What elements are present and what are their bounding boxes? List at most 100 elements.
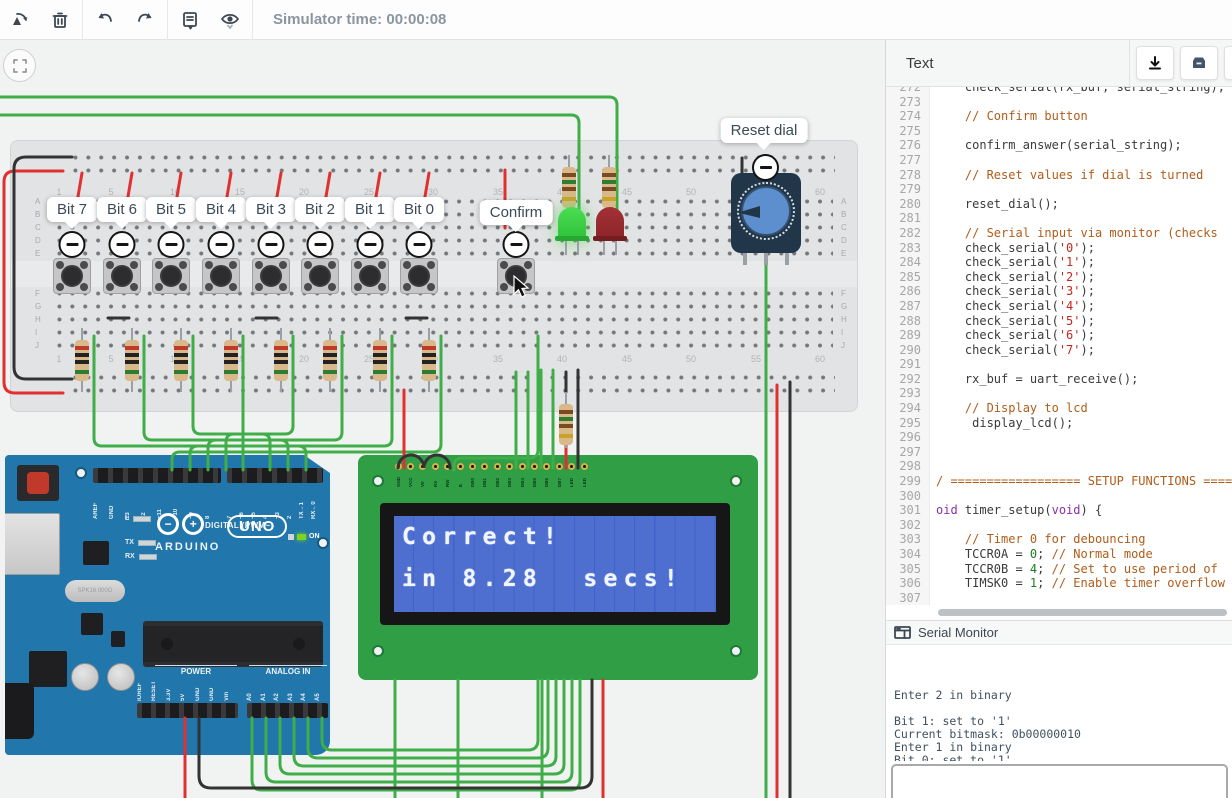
lcd-pin[interactable]: DB1 (479, 463, 491, 487)
lcd-pin-row[interactable]: GNDVCCV0RSRWEDB0DB1DB2DB3DB4DB5DB6DB7LED… (392, 463, 592, 487)
serial-monitor-input[interactable] (891, 764, 1228, 798)
pushbutton-cap[interactable] (260, 265, 282, 287)
pin-label: 3.3V (166, 677, 180, 701)
download-code-button[interactable] (1136, 46, 1174, 80)
libraries-button[interactable] (1180, 46, 1218, 80)
pushbutton-cap[interactable] (210, 265, 232, 287)
redo-button[interactable] (125, 0, 165, 40)
pushbutton-cap[interactable] (309, 265, 331, 287)
pushbutton-cap[interactable] (111, 265, 133, 287)
digital-header-left[interactable] (93, 468, 221, 483)
resistor[interactable] (125, 328, 139, 392)
pushbutton[interactable] (351, 258, 389, 294)
code-editor[interactable]: 272 check_serial(rx_buf, serial_string);… (886, 87, 1232, 620)
potentiometer[interactable] (731, 173, 801, 253)
circuit-canvas[interactable]: 151015202530354045505560 ABCDE ABCDE FGH… (0, 40, 885, 798)
lcd-pin[interactable]: DB3 (504, 463, 516, 487)
pushbutton-press-indicator[interactable] (258, 231, 285, 258)
lcd-display-16x2[interactable]: GNDVCCV0RSRWEDB0DB1DB2DB3DB4DB5DB6DB7LED… (358, 455, 758, 680)
zoom-to-fit-button[interactable] (3, 49, 36, 82)
lcd-pin[interactable]: RW (442, 463, 454, 487)
rotate-button[interactable] (0, 0, 40, 40)
pin-label: AREF (93, 485, 109, 519)
pushbutton-press-indicator[interactable] (357, 231, 384, 258)
lcd-pin[interactable]: DB6 (541, 463, 553, 487)
arduino-reset-button[interactable] (17, 465, 59, 501)
resistor[interactable] (174, 328, 188, 392)
notes-button[interactable] (170, 0, 210, 40)
column-number: 50 (681, 354, 701, 364)
component-tooltip: Bit 4 (196, 197, 246, 222)
pin-label: 5V (180, 677, 194, 701)
row-letter: E (35, 249, 40, 258)
lcd-pin[interactable]: VCC (404, 463, 416, 487)
digital-header-right[interactable] (227, 468, 323, 483)
pushbutton[interactable] (301, 258, 339, 294)
pin-label: 8 (205, 485, 221, 519)
more-button[interactable] (1224, 46, 1232, 80)
toolbar: Simulator time: 00:00:08 (0, 0, 1232, 40)
resistor[interactable] (323, 328, 337, 392)
pushbutton-press-indicator[interactable] (406, 231, 433, 258)
lcd-pin[interactable]: DB2 (491, 463, 503, 487)
mount-hole (75, 467, 87, 479)
pushbutton[interactable] (252, 258, 290, 294)
resistor[interactable] (559, 392, 573, 448)
resistor[interactable] (373, 328, 387, 392)
pushbutton[interactable] (53, 258, 91, 294)
pushbutton-press-indicator[interactable] (109, 231, 136, 258)
analog-pin-labels: A0A1A2A3A4A5 (247, 677, 328, 701)
lcd-pin[interactable]: GND (392, 463, 404, 487)
serial-monitor-output: Enter 2 in binary Bit 1: set to '1'Curre… (886, 645, 1232, 761)
component-visibility-button[interactable] (210, 0, 250, 40)
pushbutton-press-indicator[interactable] (208, 231, 235, 258)
pushbutton[interactable] (400, 258, 438, 294)
lcd-pin[interactable]: DB5 (528, 463, 540, 487)
redo-icon (134, 9, 156, 31)
lcd-pin[interactable]: LED (578, 463, 590, 487)
pushbutton-press-indicator[interactable] (59, 231, 86, 258)
pushbutton-cap[interactable] (160, 265, 182, 287)
pin-label: A4 (301, 677, 315, 701)
serial-line: Enter 2 in binary (894, 689, 1224, 702)
power-jack (0, 683, 34, 739)
resistor[interactable] (274, 328, 288, 392)
pushbutton-press-indicator[interactable] (307, 231, 334, 258)
power-header[interactable] (137, 703, 238, 718)
pushbutton-cap[interactable] (61, 265, 83, 287)
row-letter: G (841, 302, 847, 311)
delete-button[interactable] (40, 0, 80, 40)
pin-label: 2 (287, 485, 299, 519)
red-led[interactable] (596, 207, 624, 241)
pushbutton-cap[interactable] (359, 265, 381, 287)
pushbutton-cap[interactable] (408, 265, 430, 287)
lcd-pin[interactable]: LED (565, 463, 577, 487)
pushbutton[interactable] (202, 258, 240, 294)
lcd-pin-label: DB3 (507, 471, 512, 487)
lcd-pin[interactable]: RS (429, 463, 441, 487)
serial-monitor-header[interactable]: Serial Monitor (886, 620, 1232, 645)
pushbutton[interactable] (152, 258, 190, 294)
pin-label: GND (209, 677, 223, 701)
lcd-pin[interactable]: E (454, 463, 466, 487)
pushbutton-press-indicator[interactable] (503, 231, 530, 258)
resistor[interactable] (224, 328, 238, 392)
arduino-uno-board[interactable]: AREFGND1312~11~10~98 7~6~54~32TX→1RX←0 D… (5, 455, 330, 755)
potentiometer-drag-indicator[interactable] (752, 154, 779, 181)
analog-header[interactable] (247, 703, 328, 718)
resistor[interactable] (75, 328, 89, 392)
led-tx-label: TX (125, 539, 134, 546)
power-pin-labels: IOREFRESET3.3V5VGNDGNDVin (137, 677, 238, 701)
undo-button[interactable] (85, 0, 125, 40)
horizontal-scrollbar[interactable] (938, 609, 1227, 616)
lcd-pin[interactable]: V0 (417, 463, 429, 487)
lcd-pin[interactable]: DB0 (466, 463, 478, 487)
lcd-pin[interactable]: DB7 (553, 463, 565, 487)
voltage-regulator (29, 651, 67, 687)
code-mode-dropdown[interactable]: Text (886, 40, 1130, 86)
green-led[interactable] (558, 207, 586, 241)
resistor[interactable] (422, 328, 436, 392)
lcd-pin[interactable]: DB4 (516, 463, 528, 487)
pushbutton[interactable] (103, 258, 141, 294)
pushbutton-press-indicator[interactable] (158, 231, 185, 258)
